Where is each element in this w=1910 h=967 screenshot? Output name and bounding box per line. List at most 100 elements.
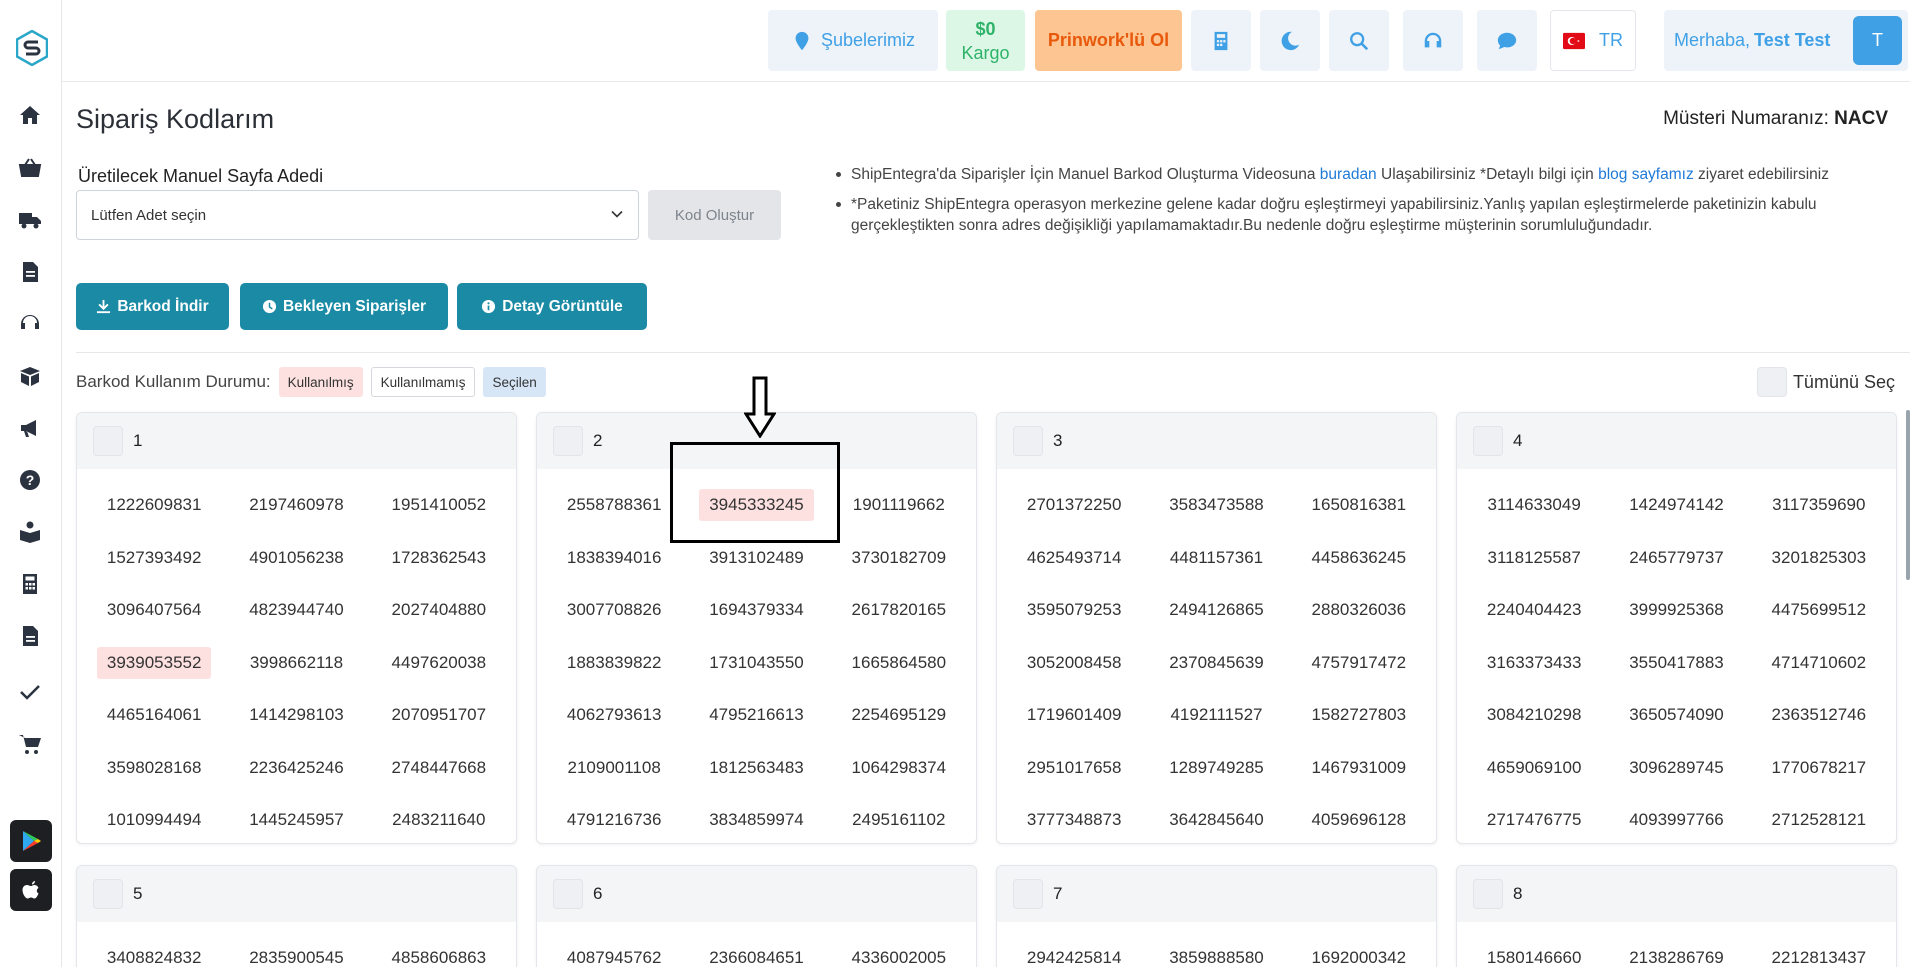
barcode-code[interactable]: 2748447668 bbox=[368, 742, 510, 795]
barcode-code[interactable]: 4475699512 bbox=[1748, 584, 1890, 637]
blog-link[interactable]: blog sayfamız bbox=[1598, 166, 1694, 183]
language-selector[interactable]: TR bbox=[1550, 10, 1636, 71]
barcode-code[interactable]: 3096289745 bbox=[1605, 742, 1747, 795]
barcode-code[interactable]: 4093997766 bbox=[1605, 794, 1747, 843]
barcode-code[interactable]: 1665864580 bbox=[828, 637, 970, 690]
barcode-code[interactable]: 4458636245 bbox=[1288, 532, 1430, 585]
chat-button[interactable] bbox=[1477, 10, 1537, 71]
barcode-code[interactable]: 3114633049 bbox=[1463, 479, 1605, 532]
barcode-code[interactable]: 1580146660 bbox=[1463, 932, 1605, 967]
barcode-code[interactable]: 2366084651 bbox=[685, 932, 827, 967]
card-checkbox[interactable] bbox=[1013, 879, 1043, 909]
barcode-code[interactable]: 2027404880 bbox=[368, 584, 510, 637]
card-checkbox[interactable] bbox=[1473, 879, 1503, 909]
barcode-code[interactable]: 3598028168 bbox=[83, 742, 225, 795]
barcode-code[interactable]: 2717476775 bbox=[1463, 794, 1605, 843]
card-checkbox[interactable] bbox=[1013, 426, 1043, 456]
barcode-code[interactable]: 1883839822 bbox=[543, 637, 685, 690]
barcode-code[interactable]: 1445245957 bbox=[225, 794, 367, 843]
barcode-code[interactable]: 4757917472 bbox=[1288, 637, 1430, 690]
barcode-code[interactable]: 1812563483 bbox=[685, 742, 827, 795]
barcode-code[interactable]: 2240404423 bbox=[1463, 584, 1605, 637]
barcode-code[interactable]: 3650574090 bbox=[1605, 689, 1747, 742]
barcode-code[interactable]: 2212813437 bbox=[1748, 932, 1890, 967]
barcode-code[interactable]: 4823944740 bbox=[225, 584, 367, 637]
barcode-code[interactable]: 3730182709 bbox=[828, 532, 970, 585]
card-checkbox[interactable] bbox=[93, 879, 123, 909]
barcode-code[interactable]: 4858606863 bbox=[368, 932, 510, 967]
barcode-code[interactable]: 2197460978 bbox=[225, 479, 367, 532]
barcode-code[interactable]: 2712528121 bbox=[1748, 794, 1890, 843]
truck-icon[interactable] bbox=[17, 207, 43, 233]
generate-code-button[interactable]: Kod Oluştur bbox=[648, 190, 781, 240]
basket-icon[interactable] bbox=[17, 155, 43, 181]
barcode-code[interactable]: 1838394016 bbox=[543, 532, 685, 585]
download-barcode-button[interactable]: Barkod İndir bbox=[76, 283, 229, 330]
help-icon[interactable]: ? bbox=[17, 467, 43, 493]
barcode-code[interactable]: 3913102489 bbox=[685, 532, 827, 585]
barcode-code[interactable]: 1527393492 bbox=[83, 532, 225, 585]
barcode-code[interactable]: 2494126865 bbox=[1145, 584, 1287, 637]
barcode-code[interactable]: 2942425814 bbox=[1003, 932, 1145, 967]
barcode-code[interactable]: 2370845639 bbox=[1145, 637, 1287, 690]
home-icon[interactable] bbox=[17, 102, 43, 128]
megaphone-icon[interactable] bbox=[17, 415, 43, 441]
card-checkbox[interactable] bbox=[553, 879, 583, 909]
calculator-button[interactable] bbox=[1191, 10, 1251, 71]
barcode-code[interactable]: 4901056238 bbox=[225, 532, 367, 585]
app-store-button[interactable] bbox=[10, 869, 52, 911]
barcode-code[interactable]: 1719601409 bbox=[1003, 689, 1145, 742]
barcode-code[interactable]: 3945333245 bbox=[685, 479, 827, 532]
box-icon[interactable] bbox=[17, 363, 43, 389]
barcode-code[interactable]: 2835900545 bbox=[225, 932, 367, 967]
page-count-select[interactable]: Lütfen Adet seçin bbox=[76, 190, 639, 240]
barcode-code[interactable]: 4497620038 bbox=[368, 637, 510, 690]
barcode-code[interactable]: 4087945762 bbox=[543, 932, 685, 967]
barcode-code[interactable]: 2558788361 bbox=[543, 479, 685, 532]
scrollbar[interactable] bbox=[1906, 410, 1910, 580]
barcode-code[interactable]: 3408824832 bbox=[83, 932, 225, 967]
search-button[interactable] bbox=[1329, 10, 1389, 71]
shipentegra-logo[interactable] bbox=[16, 30, 48, 66]
barcode-code[interactable]: 2070951707 bbox=[368, 689, 510, 742]
view-details-button[interactable]: Detay Görüntüle bbox=[457, 283, 647, 330]
barcode-code[interactable]: 1728362543 bbox=[368, 532, 510, 585]
barcode-code[interactable]: 3583473588 bbox=[1145, 479, 1287, 532]
invoice-icon[interactable] bbox=[17, 623, 43, 649]
barcode-code[interactable]: 1901119662 bbox=[828, 479, 970, 532]
barcode-code[interactable]: 2363512746 bbox=[1748, 689, 1890, 742]
barcode-code[interactable]: 4791216736 bbox=[543, 794, 685, 843]
barcode-code[interactable]: 1222609831 bbox=[83, 479, 225, 532]
select-all[interactable]: Tümünü Seç bbox=[1756, 367, 1895, 397]
barcode-code[interactable]: 1467931009 bbox=[1288, 742, 1430, 795]
barcode-code[interactable]: 2701372250 bbox=[1003, 479, 1145, 532]
barcode-code[interactable]: 2617820165 bbox=[828, 584, 970, 637]
support-button[interactable] bbox=[1403, 10, 1463, 71]
barcode-code[interactable]: 1650816381 bbox=[1288, 479, 1430, 532]
barcode-code[interactable]: 4192111527 bbox=[1145, 689, 1287, 742]
barcode-code[interactable]: 2495161102 bbox=[828, 794, 970, 843]
cargo-balance[interactable]: $0 Kargo bbox=[946, 10, 1025, 71]
barcode-code[interactable]: 4625493714 bbox=[1003, 532, 1145, 585]
barcode-code[interactable]: 3163373433 bbox=[1463, 637, 1605, 690]
dark-mode-button[interactable] bbox=[1260, 10, 1320, 71]
barcode-code[interactable]: 2483211640 bbox=[368, 794, 510, 843]
barcode-code[interactable]: 3117359690 bbox=[1748, 479, 1890, 532]
barcode-code[interactable]: 3595079253 bbox=[1003, 584, 1145, 637]
pending-orders-button[interactable]: Bekleyen Siparişler bbox=[240, 283, 448, 330]
barcode-code[interactable]: 3052008458 bbox=[1003, 637, 1145, 690]
branches-button[interactable]: Şubelerimiz bbox=[768, 10, 938, 71]
prinwork-button[interactable]: Prinwork'lü Ol bbox=[1035, 10, 1182, 71]
barcode-code[interactable]: 2951017658 bbox=[1003, 742, 1145, 795]
barcode-code[interactable]: 2138286769 bbox=[1605, 932, 1747, 967]
barcode-code[interactable]: 1694379334 bbox=[685, 584, 827, 637]
barcode-code[interactable]: 4659069100 bbox=[1463, 742, 1605, 795]
barcode-code[interactable]: 1414298103 bbox=[225, 689, 367, 742]
barcode-code[interactable]: 2880326036 bbox=[1288, 584, 1430, 637]
book-reader-icon[interactable] bbox=[17, 519, 43, 545]
barcode-code[interactable]: 2465779737 bbox=[1605, 532, 1747, 585]
barcode-code[interactable]: 3834859974 bbox=[685, 794, 827, 843]
barcode-code[interactable]: 4714710602 bbox=[1748, 637, 1890, 690]
barcode-code[interactable]: 3096407564 bbox=[83, 584, 225, 637]
google-play-button[interactable] bbox=[10, 820, 52, 862]
